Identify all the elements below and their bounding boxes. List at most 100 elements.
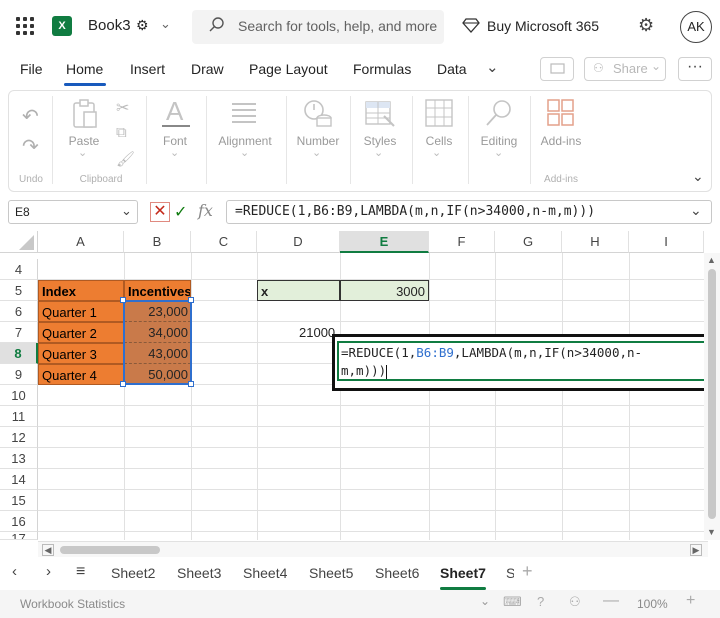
document-name[interactable]: Book3 — [88, 17, 131, 34]
horizontal-scrollbar[interactable]: ◀ ▶ — [38, 541, 708, 557]
row-header-17[interactable]: 17 — [0, 532, 38, 540]
number-format-icon[interactable] — [302, 98, 334, 135]
font-icon[interactable]: A — [160, 96, 192, 135]
alignment-icon[interactable] — [230, 100, 258, 131]
column-header-d[interactable]: D — [257, 231, 340, 253]
app-launcher-icon[interactable] — [16, 17, 34, 35]
avatar[interactable]: AK — [680, 11, 712, 43]
cell-d5[interactable]: x — [257, 280, 340, 301]
cell-a8[interactable]: Quarter 3 — [38, 343, 124, 364]
undo-icon[interactable]: ↶ — [22, 104, 39, 129]
row-header-10[interactable]: 10 — [0, 385, 38, 406]
tab-formulas[interactable]: Formulas — [353, 61, 411, 77]
status-chevron-icon[interactable]: ⌄ — [480, 594, 490, 608]
help-icon[interactable]: ? — [537, 594, 544, 609]
row-header-11[interactable]: 11 — [0, 406, 38, 427]
sheet-tab-partial[interactable]: S — [506, 565, 514, 581]
redo-icon[interactable]: ↷ — [22, 134, 39, 159]
cell-a5-header-index[interactable]: Index — [38, 280, 124, 301]
font-chevron-icon[interactable]: ⌄ — [170, 146, 179, 159]
paste-icon[interactable] — [70, 98, 100, 135]
settings-gear-icon[interactable]: ⚙ — [638, 15, 654, 36]
scroll-down-arrow-icon[interactable]: ▼ — [707, 527, 716, 537]
chevron-down-icon[interactable]: ⌄ — [160, 16, 171, 32]
vertical-scrollbar[interactable]: ▲ ▼ — [704, 253, 720, 540]
autosave-icon[interactable]: ⚙ — [136, 17, 149, 34]
row-header-7[interactable]: 7 — [0, 322, 38, 343]
share-button[interactable]: ⚇ Share ⌄ — [584, 57, 666, 81]
add-sheet-plus-icon[interactable]: + — [522, 561, 533, 582]
formula-input[interactable]: =REDUCE(1,B6:B9,LAMBDA(m,n,IF(n>34000,n-… — [226, 200, 712, 224]
cancel-formula-icon[interactable]: ✕ — [150, 202, 170, 222]
zoom-out-icon[interactable]: — — [603, 592, 619, 610]
tab-home[interactable]: Home — [66, 61, 103, 77]
insert-function-icon[interactable]: fx — [198, 201, 213, 220]
tab-file[interactable]: File — [20, 61, 43, 77]
alignment-chevron-icon[interactable]: ⌄ — [240, 146, 249, 159]
range-handle[interactable] — [188, 381, 194, 387]
cells-icon[interactable] — [424, 98, 454, 133]
styles-chevron-icon[interactable]: ⌄ — [374, 146, 383, 159]
keyboard-icon[interactable]: ⌨ — [503, 594, 522, 610]
row-header-12[interactable]: 12 — [0, 427, 38, 448]
column-header-c[interactable]: C — [191, 231, 257, 253]
prev-sheet-chevron-icon[interactable]: ‹ — [12, 563, 17, 580]
name-box-chevron-icon[interactable]: ⌄ — [121, 203, 132, 219]
sheet-tab-sheet5[interactable]: Sheet5 — [309, 565, 353, 581]
row-header-4[interactable]: 4 — [0, 259, 38, 280]
tab-data[interactable]: Data — [437, 61, 467, 77]
next-sheet-chevron-icon[interactable]: › — [46, 563, 51, 580]
column-header-h[interactable]: H — [562, 231, 629, 253]
range-handle[interactable] — [120, 381, 126, 387]
comments-button[interactable] — [540, 57, 574, 81]
sheet-tab-sheet4[interactable]: Sheet4 — [243, 565, 287, 581]
paste-chevron-icon[interactable]: ⌄ — [78, 146, 87, 159]
copy-icon[interactable]: ⧉ — [116, 124, 127, 141]
workbook-statistics-button[interactable]: Workbook Statistics — [20, 597, 125, 611]
zoom-in-icon[interactable]: + — [686, 592, 695, 610]
column-header-b[interactable]: B — [124, 231, 191, 253]
add-ins-icon[interactable] — [546, 98, 576, 133]
scroll-left-arrow-icon[interactable]: ◀ — [42, 544, 54, 556]
row-header-15[interactable]: 15 — [0, 490, 38, 511]
column-header-e[interactable]: E — [340, 231, 429, 253]
scroll-right-arrow-icon[interactable]: ▶ — [690, 544, 702, 556]
row-header-13[interactable]: 13 — [0, 448, 38, 469]
row-header-8[interactable]: 8 — [0, 343, 38, 364]
range-handle[interactable] — [188, 297, 194, 303]
number-chevron-icon[interactable]: ⌄ — [312, 146, 321, 159]
column-header-f[interactable]: F — [429, 231, 495, 253]
horizontal-scroll-thumb[interactable] — [60, 546, 160, 554]
row-header-5[interactable]: 5 — [0, 280, 38, 301]
tab-insert[interactable]: Insert — [130, 61, 165, 77]
buy-microsoft-365-button[interactable]: Buy Microsoft 365 — [487, 18, 599, 34]
select-all-corner[interactable] — [0, 231, 38, 253]
zoom-level[interactable]: 100% — [637, 597, 668, 611]
scroll-thumb[interactable] — [708, 269, 716, 519]
styles-icon[interactable] — [364, 98, 396, 135]
editing-search-icon[interactable] — [484, 98, 514, 133]
ribbon-collapse-chevron-icon[interactable]: ⌄ — [692, 168, 704, 185]
tab-page-layout[interactable]: Page Layout — [249, 61, 328, 77]
name-box[interactable]: E8 ⌄ — [8, 200, 138, 224]
enter-formula-icon[interactable]: ✓ — [174, 202, 187, 222]
cell-a7[interactable]: Quarter 2 — [38, 322, 124, 343]
column-header-g[interactable]: G — [495, 231, 562, 253]
cell-e5[interactable]: 3000 — [340, 280, 429, 301]
cut-icon[interactable]: ✂ — [116, 98, 129, 118]
feedback-icon[interactable]: ⚇ — [569, 594, 581, 610]
cell-editor-e8[interactable]: =REDUCE(1,B6:B9,LAMBDA(m,n,IF(n>34000,n-… — [337, 341, 709, 381]
sheet-tab-sheet2[interactable]: Sheet2 — [111, 565, 155, 581]
tab-draw[interactable]: Draw — [191, 61, 224, 77]
range-handle[interactable] — [120, 297, 126, 303]
format-painter-icon[interactable]: 🖌 — [116, 150, 135, 168]
all-sheets-menu-icon[interactable]: ≡ — [76, 563, 85, 581]
formula-expand-chevron-icon[interactable]: ⌄ — [690, 202, 702, 219]
cell-b5-header-incentives[interactable]: Incentives — [124, 280, 191, 301]
cell-a9[interactable]: Quarter 4 — [38, 364, 124, 385]
row-header-16[interactable]: 16 — [0, 511, 38, 532]
column-header-i[interactable]: I — [629, 231, 704, 253]
editing-chevron-icon[interactable]: ⌄ — [494, 146, 503, 159]
row-header-9[interactable]: 9 — [0, 364, 38, 385]
more-tabs-chevron-icon[interactable]: ⌄ — [486, 58, 499, 76]
